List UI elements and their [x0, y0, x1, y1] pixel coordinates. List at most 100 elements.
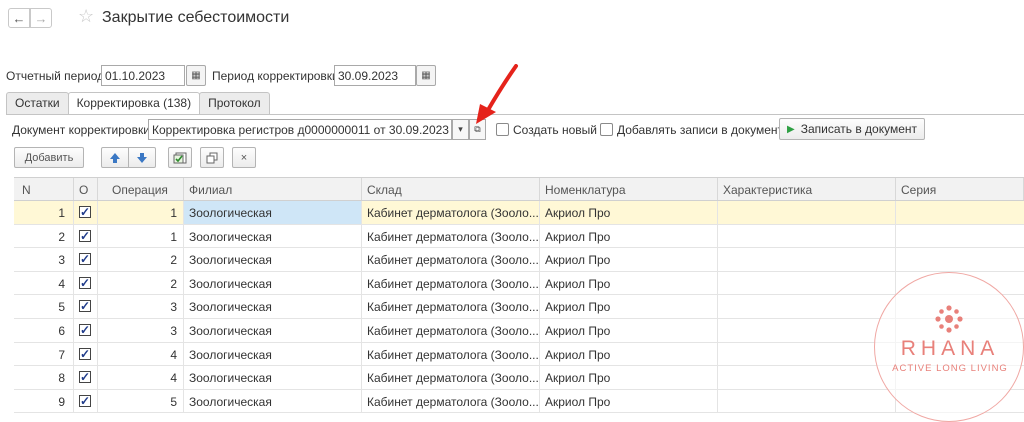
- correction-period-input[interactable]: 30.09.2023: [334, 65, 416, 86]
- row-branch[interactable]: Зоологическая: [184, 366, 362, 389]
- write-to-document-button[interactable]: ▶ Записать в документ: [779, 118, 925, 140]
- row-branch[interactable]: Зоологическая: [184, 248, 362, 271]
- row-warehouse[interactable]: Кабинет дерматолога (Зооло...: [362, 224, 540, 248]
- star-icon[interactable]: ☆: [78, 6, 94, 27]
- row-number[interactable]: 9: [14, 389, 74, 413]
- row-number[interactable]: 2: [14, 224, 74, 248]
- column-header-item[interactable]: Номенклатура: [540, 178, 718, 200]
- row-series[interactable]: [896, 225, 1024, 248]
- row-operation[interactable]: 4: [98, 366, 184, 389]
- table-row[interactable]: 5 3 Зоологическая Кабинет дерматолога (Зоол…: [14, 295, 1024, 319]
- row-branch[interactable]: Зоологическая: [184, 201, 362, 224]
- tab-protocol[interactable]: Протокол: [199, 92, 270, 114]
- row-number[interactable]: 6: [14, 318, 74, 342]
- row-checkbox[interactable]: [79, 347, 91, 360]
- row-item[interactable]: Акриол Про: [540, 389, 718, 413]
- back-button[interactable]: ←: [8, 8, 30, 28]
- row-branch[interactable]: Зоологическая: [184, 318, 362, 342]
- row-item[interactable]: Акриол Про: [540, 271, 718, 295]
- row-branch[interactable]: Зоологическая: [184, 224, 362, 248]
- row-operation[interactable]: 2: [98, 248, 184, 271]
- calendar-icon[interactable]: ▦: [186, 65, 206, 86]
- row-operation[interactable]: 5: [98, 389, 184, 413]
- row-warehouse[interactable]: Кабинет дерматолога (Зооло...: [362, 389, 540, 413]
- row-branch[interactable]: Зоологическая: [184, 295, 362, 318]
- table-row[interactable]: 6 3 Зоологическая Кабинет дерматолога (Зоол…: [14, 318, 1024, 343]
- tab-correction[interactable]: Корректировка (138): [67, 92, 201, 115]
- row-characteristic[interactable]: [718, 248, 896, 271]
- row-characteristic[interactable]: [718, 201, 896, 224]
- column-header-series[interactable]: Серия: [896, 178, 1024, 200]
- row-checkbox[interactable]: [79, 253, 91, 266]
- row-branch[interactable]: Зоологическая: [184, 389, 362, 413]
- row-checkbox[interactable]: [79, 323, 91, 336]
- add-records-checkbox[interactable]: [600, 123, 613, 136]
- table-row[interactable]: 2 1 Зоологическая Кабинет дерматолога (Зоол…: [14, 224, 1024, 249]
- row-warehouse[interactable]: Кабинет дерматолога (Зооло...: [362, 366, 540, 389]
- row-item[interactable]: Акриол Про: [540, 342, 718, 366]
- row-number[interactable]: 7: [14, 342, 74, 366]
- row-number[interactable]: 3: [14, 248, 74, 271]
- column-header-characteristic[interactable]: Характеристика: [718, 178, 896, 200]
- row-characteristic[interactable]: [718, 224, 896, 248]
- row-characteristic[interactable]: [718, 389, 896, 413]
- row-checkbox[interactable]: [79, 300, 91, 313]
- row-number[interactable]: 1: [14, 201, 74, 224]
- tab-balances[interactable]: Остатки: [6, 92, 69, 114]
- row-operation[interactable]: 4: [98, 342, 184, 366]
- row-checkbox[interactable]: [79, 276, 91, 289]
- row-checkbox[interactable]: [79, 394, 91, 407]
- table-row[interactable]: 4 2 Зоологическая Кабинет дерматолога (Зоол…: [14, 271, 1024, 296]
- row-checkbox[interactable]: [79, 371, 91, 384]
- row-operation[interactable]: 1: [98, 201, 184, 224]
- add-button[interactable]: Добавить: [14, 147, 84, 168]
- column-header-n[interactable]: N: [14, 178, 74, 200]
- row-number[interactable]: 4: [14, 271, 74, 295]
- row-characteristic[interactable]: [718, 271, 896, 295]
- row-checkbox[interactable]: [79, 206, 91, 218]
- row-warehouse[interactable]: Кабинет дерматолога (Зооло...: [362, 295, 540, 318]
- row-operation[interactable]: 3: [98, 295, 184, 318]
- row-characteristic[interactable]: [718, 318, 896, 342]
- report-period-input[interactable]: 01.10.2023: [101, 65, 185, 86]
- table-row[interactable]: 9 5 Зоологическая Кабинет дерматолога (Зоол…: [14, 389, 1024, 414]
- table-row[interactable]: 3 2 Зоологическая Кабинет дерматолога (Зоол…: [14, 248, 1024, 272]
- row-item[interactable]: Акриол Про: [540, 366, 718, 389]
- row-warehouse[interactable]: Кабинет дерматолога (Зооло...: [362, 271, 540, 295]
- forward-button[interactable]: →: [30, 8, 52, 28]
- row-characteristic[interactable]: [718, 366, 896, 389]
- column-header-branch[interactable]: Филиал: [184, 178, 362, 200]
- row-item[interactable]: Акриол Про: [540, 201, 718, 224]
- row-warehouse[interactable]: Кабинет дерматолога (Зооло...: [362, 248, 540, 271]
- row-warehouse[interactable]: Кабинет дерматолога (Зооло...: [362, 318, 540, 342]
- table-row[interactable]: 7 4 Зоологическая Кабинет дерматолога (Зоол…: [14, 342, 1024, 367]
- row-characteristic[interactable]: [718, 295, 896, 318]
- move-down-icon[interactable]: [128, 147, 156, 168]
- row-item[interactable]: Акриол Про: [540, 295, 718, 318]
- calendar-icon[interactable]: ▦: [416, 65, 436, 86]
- row-operation[interactable]: 3: [98, 318, 184, 342]
- row-item[interactable]: Акриол Про: [540, 224, 718, 248]
- delete-button[interactable]: ×: [232, 147, 256, 168]
- row-characteristic[interactable]: [718, 342, 896, 366]
- column-header-operation[interactable]: Операция: [98, 178, 184, 200]
- document-input[interactable]: Корректировка регистров д0000000011 от 3…: [148, 119, 452, 140]
- row-series[interactable]: [896, 248, 1024, 271]
- row-branch[interactable]: Зоологическая: [184, 342, 362, 366]
- copy-icon[interactable]: [200, 147, 224, 168]
- row-warehouse[interactable]: Кабинет дерматолога (Зооло...: [362, 342, 540, 366]
- column-header-warehouse[interactable]: Склад: [362, 178, 540, 200]
- row-branch[interactable]: Зоологическая: [184, 271, 362, 295]
- column-header-o[interactable]: О: [74, 178, 98, 200]
- row-item[interactable]: Акриол Про: [540, 248, 718, 271]
- row-series[interactable]: [896, 201, 1024, 224]
- row-number[interactable]: 5: [14, 295, 74, 318]
- row-checkbox[interactable]: [79, 229, 91, 242]
- row-operation[interactable]: 2: [98, 271, 184, 295]
- row-item[interactable]: Акриол Про: [540, 318, 718, 342]
- check-all-icon[interactable]: [168, 147, 192, 168]
- table-row[interactable]: 8 4 Зоологическая Кабинет дерматолога (Зоол…: [14, 366, 1024, 390]
- row-warehouse[interactable]: Кабинет дерматолога (Зооло...: [362, 201, 540, 224]
- move-up-icon[interactable]: [101, 147, 129, 168]
- row-operation[interactable]: 1: [98, 224, 184, 248]
